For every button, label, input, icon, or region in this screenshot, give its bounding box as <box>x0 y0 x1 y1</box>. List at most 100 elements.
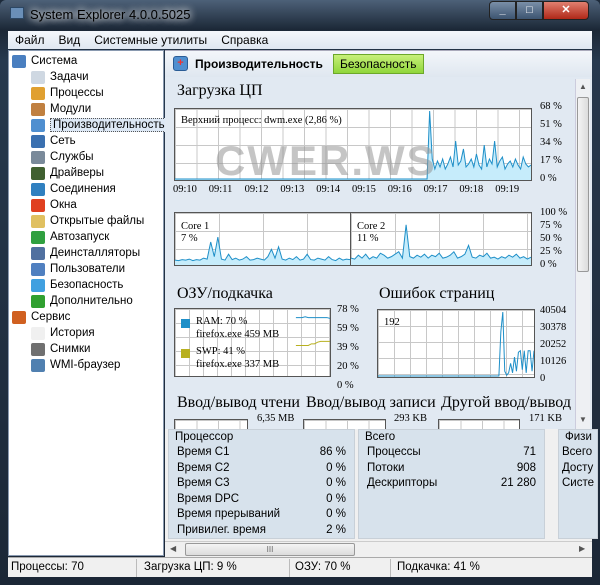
title-bar: System Explorer 4.0.0.5025 _ □ ✕ <box>0 0 600 30</box>
stat-row: Дескрипторы 21 280 <box>367 477 536 492</box>
sidebar-item-icon <box>31 342 45 356</box>
core-y-tick: 75 % <box>540 220 562 231</box>
cpu-x-tick: 09:18 <box>459 184 484 195</box>
io-write-max: 293 KB <box>394 413 427 424</box>
cpu-x-tick: 09:19 <box>495 184 520 195</box>
sidebar-item[interactable]: Сервис <box>12 309 70 325</box>
core-1-series-area <box>175 237 350 265</box>
page-faults-current: 192 <box>384 317 400 328</box>
cpu-x-tick: 09:10 <box>173 184 197 195</box>
memory-title: ОЗУ/подкачка <box>177 285 273 302</box>
sidebar-item[interactable]: Пользователи <box>31 261 125 277</box>
tab-security[interactable]: Безопасность <box>333 54 424 74</box>
vertical-scroll-thumb[interactable] <box>577 97 589 272</box>
stat-row: Время C3 0 % <box>177 477 346 492</box>
core-2-value: 11 % <box>357 233 379 244</box>
io-read-max: 6,35 MB <box>257 413 295 424</box>
scroll-right-arrow-icon[interactable]: ▶ <box>579 544 585 553</box>
memory-y-tick: 59 % <box>337 323 359 334</box>
sidebar-item[interactable]: Окна <box>31 197 77 213</box>
sidebar-item[interactable]: Соединения <box>31 181 116 197</box>
sidebar-item[interactable]: История <box>31 325 95 341</box>
close-button[interactable]: ✕ <box>543 1 589 20</box>
cpu-x-tick: 09:11 <box>208 184 233 195</box>
core-1-chart: Core 1 7 % <box>174 212 351 266</box>
stat-value: 2 % <box>326 523 346 536</box>
sidebar-item[interactable]: Сеть <box>31 133 76 149</box>
cpu-y-tick: 51 % <box>540 119 562 130</box>
sidebar-item[interactable]: Безопасность <box>31 277 123 293</box>
page-faults-chart: 192 <box>377 309 535 378</box>
core-y-tick: 100 % <box>540 207 568 218</box>
sidebar-item-label: Процессы <box>50 87 104 99</box>
sidebar-item[interactable]: Система <box>12 53 77 69</box>
ram-legend-swatch <box>181 319 190 328</box>
page-faults-y-tick: 30378 <box>540 322 567 333</box>
stat-label: Систе <box>562 477 595 489</box>
stat-row: Время DPC 0 % <box>177 493 346 508</box>
io-other-chart <box>438 419 520 429</box>
sidebar-item-icon <box>31 182 45 196</box>
stat-label: Процессы <box>367 446 421 458</box>
vertical-scrollbar[interactable]: ▲ ▼ <box>575 79 590 429</box>
maximize-button[interactable]: □ <box>516 1 543 20</box>
io-other-title: Другой ввод/вывод <box>441 394 571 411</box>
menu-view[interactable]: Вид <box>52 31 88 49</box>
ram-series-line <box>295 316 330 319</box>
tab-performance[interactable]: Производительность <box>195 57 323 71</box>
swp-legend-swatch <box>181 349 190 358</box>
sidebar-item[interactable]: Производительность <box>31 117 168 133</box>
main-panel: + Производительность Безопасность Загруз… <box>165 50 598 557</box>
scroll-up-arrow-icon[interactable]: ▲ <box>579 82 587 91</box>
sidebar-item[interactable]: WMI-браузер <box>31 357 120 373</box>
minimize-button[interactable]: _ <box>489 1 516 20</box>
sidebar-item[interactable]: Деинсталляторы <box>31 245 140 261</box>
sidebar-item[interactable]: Дополнительно <box>31 293 133 309</box>
top-process-label: Верхний процесс: dwm.exe (2,86 %) <box>181 115 342 126</box>
memory-y-tick: 39 % <box>337 342 359 353</box>
sidebar-item[interactable]: Задачи <box>31 69 89 85</box>
horizontal-scrollbar[interactable]: ◀ III ▶ <box>165 541 592 557</box>
stat-row: Систе <box>562 477 594 492</box>
status-ram: ОЗУ: 70 % <box>295 561 351 573</box>
sidebar-item-icon <box>31 214 45 228</box>
ram-label: RAM: 70 % <box>196 316 248 327</box>
stat-label: Время прерываний <box>177 508 281 520</box>
stat-value: 71 <box>523 446 536 458</box>
page-faults-y-tick: 10126 <box>540 356 567 367</box>
sidebar-item-icon <box>31 294 45 308</box>
menu-system-utilities[interactable]: Системные утилиты <box>87 31 214 49</box>
sidebar-item[interactable]: Службы <box>31 149 94 165</box>
memory-chart: RAM: 70 % firefox.exe 459 MB SWP: 41 % f… <box>174 308 331 377</box>
cpu-x-tick: 09:14 <box>316 184 341 195</box>
sidebar-item[interactable]: Автозапуск <box>31 229 109 245</box>
stat-label: Время C2 <box>177 461 230 474</box>
scroll-down-arrow-icon[interactable]: ▼ <box>579 415 587 424</box>
cpu-x-tick: 09:16 <box>387 184 412 195</box>
sidebar-item[interactable]: Процессы <box>31 85 104 101</box>
sidebar-item[interactable]: Снимки <box>31 341 90 357</box>
sidebar-item-label: Драйверы <box>50 167 105 179</box>
horizontal-scroll-thumb[interactable]: III <box>185 543 355 556</box>
cpu-x-tick: 09:12 <box>244 184 269 195</box>
sidebar-item-icon <box>31 86 45 100</box>
sidebar-item[interactable]: Открытые файлы <box>31 213 144 229</box>
cpu-y-tick: 68 % <box>540 101 562 112</box>
menu-file[interactable]: Файл <box>8 31 52 49</box>
sidebar-item-icon <box>31 358 45 372</box>
sidebar-item[interactable]: Драйверы <box>31 165 104 181</box>
cpu-x-tick: 09:13 <box>280 184 305 195</box>
sidebar-item-icon <box>31 134 45 148</box>
io-write-chart <box>303 419 386 429</box>
cpu-title: Загрузка ЦП <box>177 82 263 99</box>
stat-value: 0 % <box>326 477 346 489</box>
menu-help[interactable]: Справка <box>214 31 275 49</box>
stat-row: Время прерываний 0 % <box>177 508 346 523</box>
sidebar-item-label: Модули <box>50 103 92 115</box>
scroll-left-arrow-icon[interactable]: ◀ <box>170 544 176 553</box>
sidebar-item-icon <box>31 326 45 340</box>
stat-value: 0 % <box>326 492 346 505</box>
sidebar-item-label: Соединения <box>50 183 116 195</box>
status-bar: Процессы: 70 Загрузка ЦП: 9 % ОЗУ: 70 % … <box>8 557 592 577</box>
sidebar-item[interactable]: Модули <box>31 101 91 117</box>
